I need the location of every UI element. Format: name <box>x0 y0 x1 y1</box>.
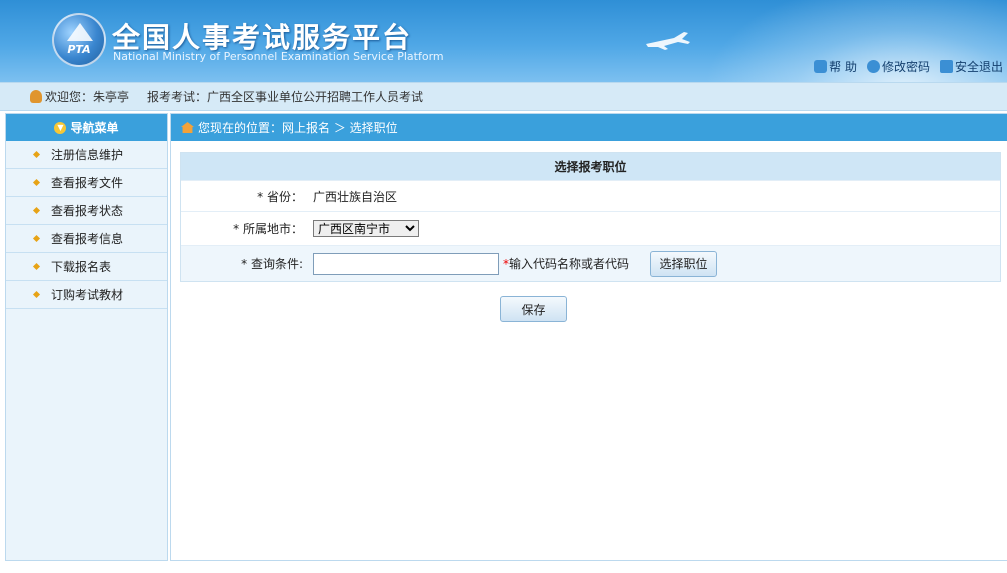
sidebar-item-exam-status[interactable]: 查看报考状态 <box>6 197 167 225</box>
bullet-icon <box>32 262 41 271</box>
site-subtitle: National Ministry of Personnel Examinati… <box>113 50 444 63</box>
breadcrumb: 您现在的位置：网上报名 ＞ 选择职位 <box>171 114 1007 141</box>
city-row: * 所属地市： 广西区南宁市 <box>181 211 1000 245</box>
top-links: 帮 助 修改密码 安全退出 <box>814 58 1003 75</box>
help-icon <box>814 60 828 73</box>
bullet-icon <box>32 206 41 215</box>
bullet-icon <box>32 290 41 299</box>
query-input[interactable] <box>313 252 499 275</box>
home-icon <box>181 122 194 133</box>
change-password-label: 修改密码 <box>881 60 930 74</box>
sidebar-item-exam-files[interactable]: 查看报考文件 <box>6 169 167 197</box>
city-label: * 所属地市： <box>233 222 303 236</box>
pta-logo: PTA <box>52 13 106 67</box>
bullet-icon <box>32 150 41 159</box>
airplane-icon <box>646 32 690 50</box>
sidebar-item-label: 查看报考状态 <box>51 204 124 218</box>
logo-triangle-icon <box>67 23 93 41</box>
save-button[interactable]: 保存 <box>500 296 567 322</box>
logout-label: 安全退出 <box>954 60 1003 74</box>
select-position-form: 选择报考职位 * 省份： 广西壮族自治区 * 所属地市： 广西区南宁市 * 查询… <box>180 152 1001 282</box>
welcome-bar: 欢迎您：朱亭亭 报考考试：广西全区事业单位公开招聘工作人员考试 <box>0 82 1007 111</box>
province-row: * 省份： 广西壮族自治区 <box>181 180 1000 211</box>
chevron-down-icon: ▼ <box>54 121 67 134</box>
sidebar-item-order-books[interactable]: 订购考试教材 <box>6 281 167 309</box>
help-label: 帮 助 <box>829 60 857 74</box>
sidebar-item-label: 查看报考文件 <box>51 176 124 190</box>
nav-menu-title: 导航菜单 <box>70 121 119 135</box>
nav-menu-header: ▼ 导航菜单 <box>6 114 167 141</box>
query-hint: 输入代码名称或者代码 <box>509 257 630 271</box>
welcome-greeting: 欢迎您：朱亭亭 <box>45 90 130 104</box>
sidebar-item-label: 查看报考信息 <box>51 232 124 246</box>
breadcrumb-text: 您现在的位置：网上报名 ＞ 选择职位 <box>198 121 398 135</box>
logout-link[interactable]: 安全退出 <box>939 58 1003 75</box>
question-icon <box>866 60 880 73</box>
bullet-icon <box>32 234 41 243</box>
select-position-button[interactable]: 选择职位 <box>650 250 718 277</box>
logout-icon <box>939 60 953 73</box>
sidebar-item-label: 订购考试教材 <box>51 288 124 302</box>
query-label: * 查询条件: <box>241 257 303 271</box>
province-label: * 省份： <box>257 189 303 204</box>
exam-name: 报考考试：广西全区事业单位公开招聘工作人员考试 <box>147 90 424 104</box>
form-title: 选择报考职位 <box>181 153 1000 180</box>
city-select[interactable]: 广西区南宁市 <box>313 220 419 237</box>
sidebar-item-label: 下载报名表 <box>51 260 112 274</box>
province-value: 广西壮族自治区 <box>313 189 398 204</box>
logo-text: PTA <box>67 43 91 56</box>
change-password-link[interactable]: 修改密码 <box>866 58 930 75</box>
sidebar-item-download-form[interactable]: 下载报名表 <box>6 253 167 281</box>
user-icon <box>30 90 42 103</box>
sidebar-item-label: 注册信息维护 <box>51 148 124 162</box>
sidebar: ▼ 导航菜单 注册信息维护 查看报考文件 查看报考状态 查看报考信息 下载报名表… <box>5 113 168 561</box>
bullet-icon <box>32 178 41 187</box>
site-header: PTA 全国人事考试服务平台 National Ministry of Pers… <box>0 0 1007 82</box>
query-row: * 查询条件: * 输入代码名称或者代码 选择职位 <box>181 245 1000 281</box>
main-content: 您现在的位置：网上报名 ＞ 选择职位 选择报考职位 * 省份： 广西壮族自治区 … <box>170 113 1007 561</box>
help-link[interactable]: 帮 助 <box>814 58 857 75</box>
sidebar-item-register-info[interactable]: 注册信息维护 <box>6 141 167 169</box>
sidebar-item-exam-info[interactable]: 查看报考信息 <box>6 225 167 253</box>
